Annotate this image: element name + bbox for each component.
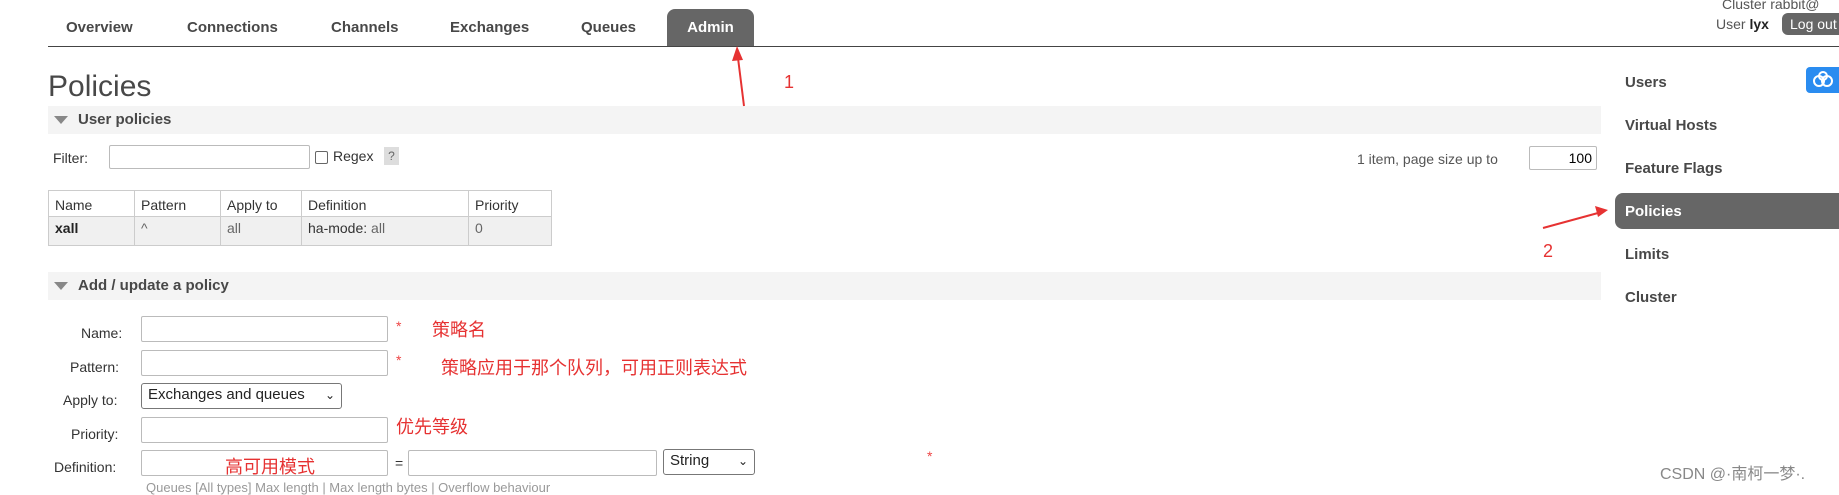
watermark: CSDN @·南柯一梦·. xyxy=(1660,466,1806,483)
sidebar-item-limits[interactable]: Limits xyxy=(1625,246,1669,263)
arrow-to-policies xyxy=(1542,206,1608,229)
sidebar-item-feature-flags[interactable]: Feature Flags xyxy=(1625,160,1723,177)
annotation-arrows xyxy=(732,46,1608,229)
arrow-to-admin xyxy=(732,46,745,107)
sidebar-item-virtual-hosts[interactable]: Virtual Hosts xyxy=(1625,117,1717,134)
sidebar-item-policies[interactable]: Policies xyxy=(1615,193,1839,229)
sidebar-item-cluster[interactable]: Cluster xyxy=(1625,289,1677,306)
sidebar-item-policies-label: Policies xyxy=(1625,203,1682,220)
sidebar-item-users[interactable]: Users xyxy=(1625,74,1667,91)
cloud-glyph xyxy=(1813,71,1833,87)
cloud-icon[interactable] xyxy=(1806,67,1839,93)
